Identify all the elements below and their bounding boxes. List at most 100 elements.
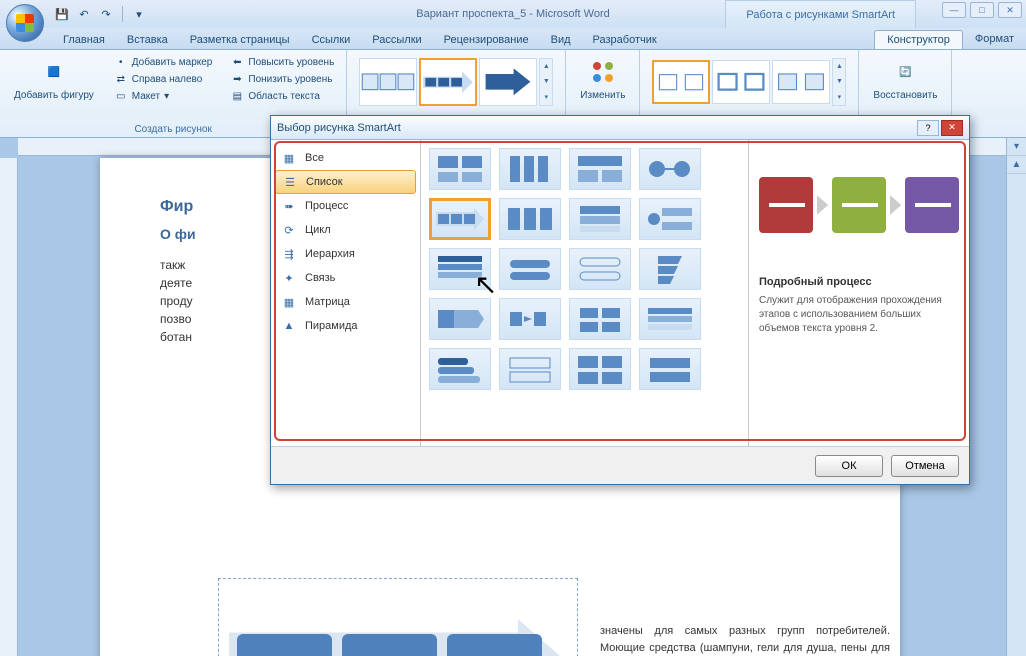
layout-thumb[interactable] xyxy=(639,148,701,190)
dialog-preview-pane: Подробный процесс Служит для отображения… xyxy=(749,140,969,446)
tab-format[interactable]: Формат xyxy=(963,30,1026,49)
dialog-layout-grid xyxy=(421,140,749,446)
ok-button[interactable]: ОК xyxy=(815,455,883,477)
layout-thumb[interactable] xyxy=(639,298,701,340)
style-gallery-scroll[interactable]: ▲▼▾ xyxy=(832,58,846,106)
layout-thumb[interactable] xyxy=(499,148,561,190)
save-icon[interactable]: 💾 xyxy=(54,6,70,22)
rtl-button[interactable]: ⇄Справа налево xyxy=(110,71,217,87)
layout-thumb[interactable] xyxy=(499,198,561,240)
scroll-up-icon[interactable]: ▲ xyxy=(1007,156,1026,174)
dialog-help-button[interactable]: ? xyxy=(917,120,939,136)
scroll-down-icon[interactable]: ▼ xyxy=(833,74,845,89)
promote-icon: ⬅ xyxy=(230,55,244,69)
layout-thumb[interactable] xyxy=(499,298,561,340)
cat-cycle-label: Цикл xyxy=(305,224,331,236)
cancel-button[interactable]: Отмена xyxy=(891,455,959,477)
layout-thumb[interactable] xyxy=(429,148,491,190)
tab-developer[interactable]: Разработчик xyxy=(582,30,668,49)
layout-thumb[interactable] xyxy=(639,348,701,390)
layout-thumb[interactable] xyxy=(639,198,701,240)
change-colors-button[interactable]: Изменить xyxy=(574,54,631,103)
smartart-block-1[interactable]: Здоровье xyxy=(237,634,332,656)
cat-pyramid[interactable]: ▲Пирамида xyxy=(271,314,420,338)
minimize-button[interactable]: — xyxy=(942,2,966,18)
right-scroll-strip: ▾ ▲ xyxy=(1006,138,1026,656)
style-gallery-item[interactable] xyxy=(712,60,770,104)
scroll-down-icon[interactable]: ▼ xyxy=(540,74,552,89)
view-ruler-icon[interactable]: ▾ xyxy=(1007,138,1026,156)
tab-insert[interactable]: Вставка xyxy=(116,30,179,49)
cat-list-label: Список xyxy=(306,176,343,188)
layout-thumb[interactable] xyxy=(569,248,631,290)
process-icon: ➠ xyxy=(281,198,297,214)
layout-gallery-scroll[interactable]: ▲▼▾ xyxy=(539,58,553,106)
tab-references[interactable]: Ссылки xyxy=(301,30,362,49)
pyramid-icon: ▲ xyxy=(281,318,297,334)
qat-dropdown-icon[interactable]: ▾ xyxy=(131,6,147,22)
dialog-close-button[interactable]: ✕ xyxy=(941,120,963,136)
style-gallery-item[interactable] xyxy=(772,60,830,104)
style-gallery-item-selected[interactable] xyxy=(652,60,710,104)
layout-thumb[interactable] xyxy=(569,298,631,340)
demote-button[interactable]: ➡Понизить уровень xyxy=(226,71,338,87)
layout-thumb[interactable] xyxy=(429,348,491,390)
cat-list[interactable]: ☰Список xyxy=(275,170,416,194)
cat-matrix[interactable]: ▦Матрица xyxy=(271,290,420,314)
cat-cycle[interactable]: ⟳ Цикл xyxy=(271,218,420,242)
preview-arrow-icon xyxy=(817,195,829,215)
smartart-object[interactable]: Здоровье Красота Успех xyxy=(218,578,578,656)
layout-thumb[interactable] xyxy=(429,248,491,290)
smartart-block-3[interactable]: Успех xyxy=(447,634,542,656)
undo-icon[interactable]: ↶ xyxy=(76,6,92,22)
tab-review[interactable]: Рецензирование xyxy=(433,30,540,49)
reset-graphic-button[interactable]: 🔄 Восстановить xyxy=(867,54,943,103)
ribbon-tabs: Главная Вставка Разметка страницы Ссылки… xyxy=(0,28,1026,50)
office-button[interactable] xyxy=(6,4,44,42)
add-shape-icon: 🟦 xyxy=(38,56,70,88)
layout-gallery-item-selected[interactable] xyxy=(419,58,477,106)
scroll-up-icon[interactable]: ▲ xyxy=(540,59,552,74)
smartart-block-2[interactable]: Красота xyxy=(342,634,437,656)
title-bar: 💾 ↶ ↷ ▾ Вариант проспекта_5 - Microsoft … xyxy=(0,0,1026,28)
add-shape-label: Добавить фигуру xyxy=(14,90,94,101)
layout-thumb-selected[interactable] xyxy=(429,198,491,240)
dialog-titlebar[interactable]: Выбор рисунка SmartArt ? ✕ xyxy=(271,116,969,140)
cycle-icon: ⟳ xyxy=(281,222,297,238)
layout-thumb[interactable] xyxy=(569,148,631,190)
gallery-more-icon[interactable]: ▾ xyxy=(540,90,552,105)
redo-icon[interactable]: ↷ xyxy=(98,6,114,22)
add-shape-button[interactable]: 🟦 Добавить фигуру xyxy=(8,54,100,104)
qat-separator xyxy=(122,6,123,22)
layout-thumb[interactable] xyxy=(499,248,561,290)
tab-mailings[interactable]: Рассылки xyxy=(361,30,432,49)
cat-process[interactable]: ➠Процесс xyxy=(271,194,420,218)
close-button[interactable]: ✕ xyxy=(998,2,1022,18)
tab-design[interactable]: Конструктор xyxy=(874,30,963,49)
layout-thumb[interactable] xyxy=(429,298,491,340)
cat-all[interactable]: ▦Все xyxy=(271,146,420,170)
preview-title: Подробный процесс xyxy=(759,276,959,288)
maximize-button[interactable]: □ xyxy=(970,2,994,18)
promote-button[interactable]: ⬅Повысить уровень xyxy=(226,54,338,70)
scroll-up-icon[interactable]: ▲ xyxy=(833,59,845,74)
tab-home[interactable]: Главная xyxy=(52,30,116,49)
add-bullet-button[interactable]: •Добавить маркер xyxy=(110,54,217,70)
page-side-text: значены для самых разных групп потребите… xyxy=(600,623,890,656)
gallery-more-icon[interactable]: ▾ xyxy=(833,90,845,105)
layout-thumb[interactable] xyxy=(639,248,701,290)
layout-gallery-item[interactable] xyxy=(479,58,537,106)
cat-relationship[interactable]: ✦Связь xyxy=(271,266,420,290)
cat-hierarchy[interactable]: ⇶Иерархия xyxy=(271,242,420,266)
reset-icon: 🔄 xyxy=(889,56,921,88)
tab-view[interactable]: Вид xyxy=(540,30,582,49)
layout-thumb[interactable] xyxy=(499,348,561,390)
text-pane-button[interactable]: ▤Область текста xyxy=(226,88,338,104)
layout-icon: ▭ xyxy=(114,89,128,103)
layout-gallery-item[interactable] xyxy=(359,58,417,106)
layout-thumb[interactable] xyxy=(569,198,631,240)
layout-button[interactable]: ▭Макет ▾ xyxy=(110,88,217,104)
layout-thumb[interactable] xyxy=(569,348,631,390)
tab-page-layout[interactable]: Разметка страницы xyxy=(179,30,301,49)
ruler-vertical[interactable] xyxy=(0,158,18,656)
